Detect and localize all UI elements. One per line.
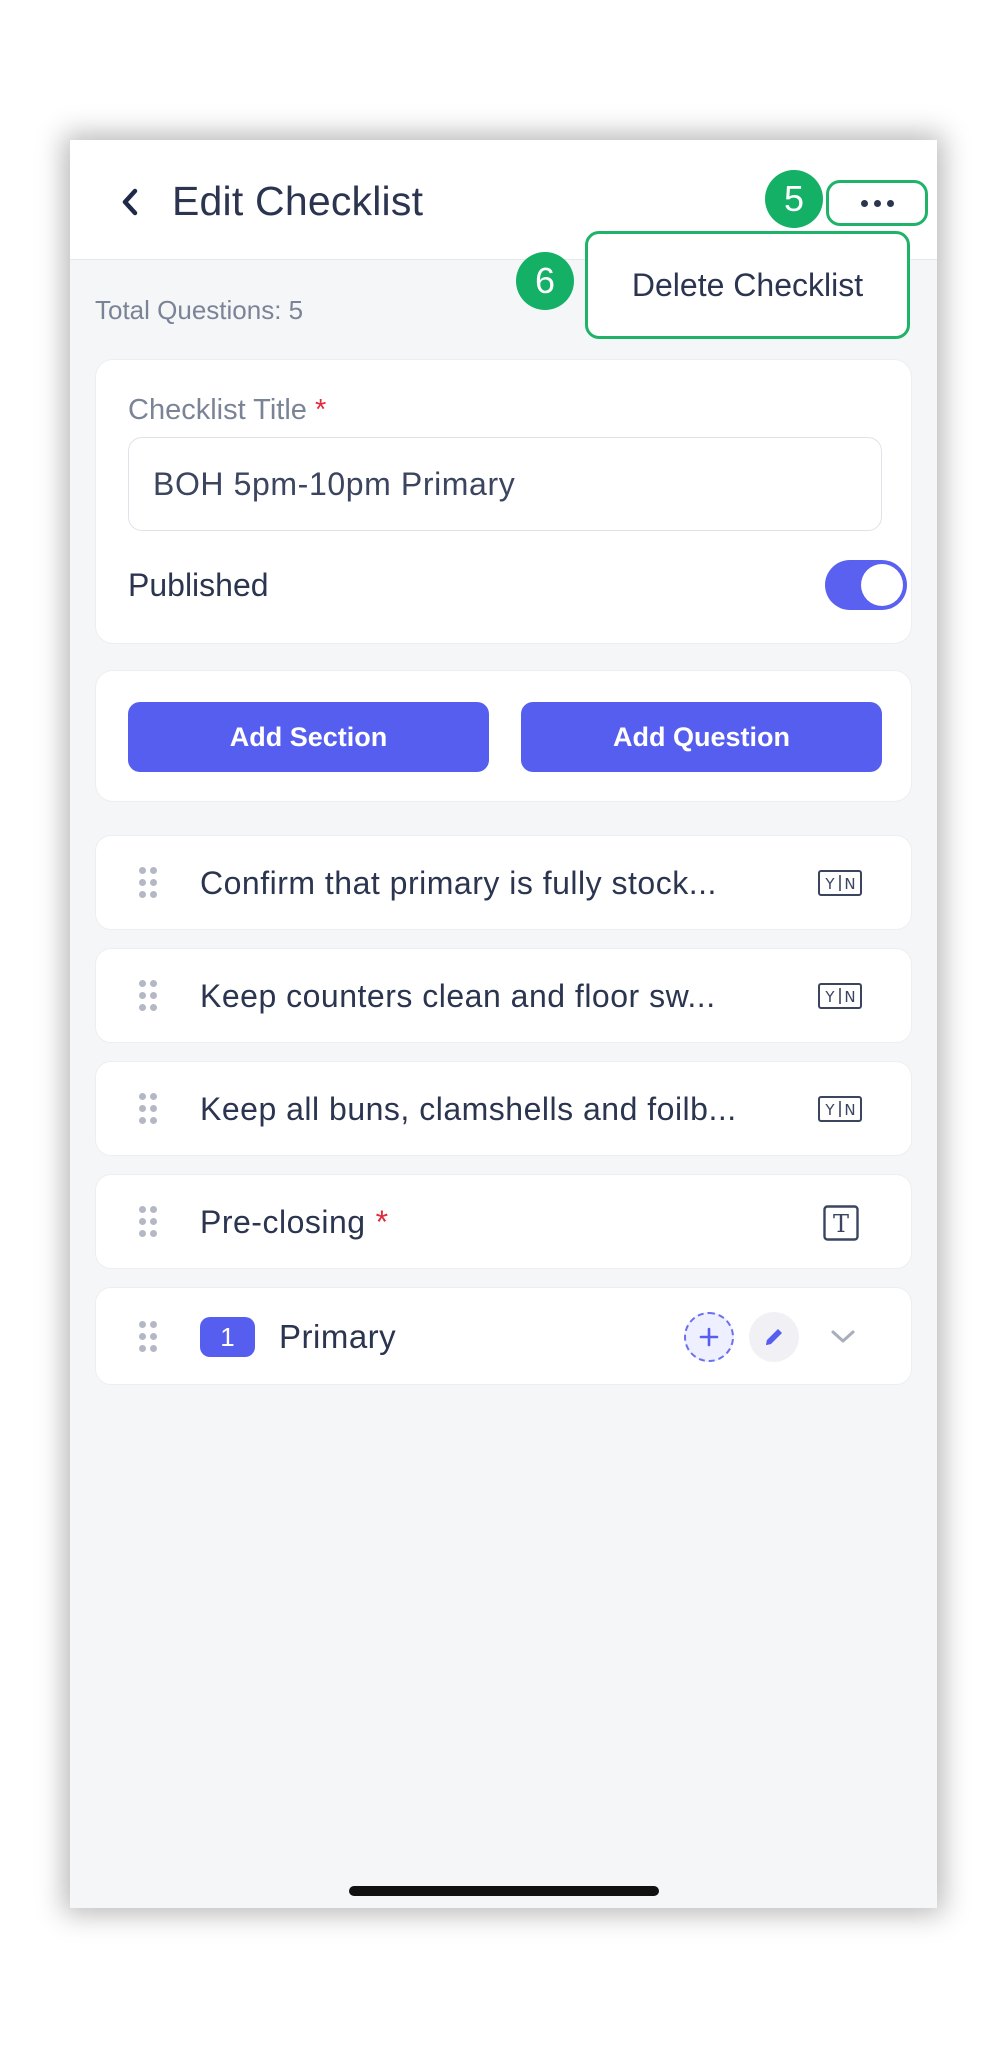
checklist-details-card: Checklist Title * BOH 5pm-10pm Primary P… [95,359,912,644]
question-row[interactable]: Confirm that primary is fully stock... Y… [95,835,912,930]
yes-no-icon: Y N [818,870,862,896]
svg-text:Y: Y [824,1101,835,1119]
checklist-title-input[interactable]: BOH 5pm-10pm Primary [128,437,882,531]
toggle-knob [861,564,903,606]
page-title: Edit Checklist [172,178,424,224]
section-name: Primary [279,1318,397,1355]
question-row[interactable]: Keep all buns, clamshells and foilb... Y… [95,1061,912,1156]
question-text-label: Pre-closing [200,1204,366,1240]
add-to-section-button[interactable] [684,1312,734,1362]
total-questions: Total Questions: 5 [95,295,304,325]
svg-text:N: N [844,988,855,1006]
edit-section-button[interactable] [749,1312,799,1362]
yes-no-icon: Y N [818,983,862,1009]
question-text: Keep counters clean and floor sw... [200,978,716,1014]
text-icon: T [823,1205,859,1241]
question-text: Confirm that primary is fully stock... [200,865,717,901]
drag-handle-icon[interactable] [139,867,159,899]
more-icon [860,199,868,207]
question-text: Keep all buns, clamshells and foilb... [200,1091,737,1127]
drag-handle-icon[interactable] [139,1093,159,1125]
published-label: Published [128,567,269,603]
required-mark: * [314,394,327,426]
home-indicator [349,1886,659,1896]
expand-section-button[interactable] [826,1320,860,1354]
back-button[interactable] [110,182,150,222]
question-row[interactable]: Keep counters clean and floor sw... Y N [95,948,912,1043]
delete-checklist-menu-item[interactable]: Delete Checklist [585,231,910,339]
section-number-badge: 1 [200,1317,255,1357]
drag-handle-icon[interactable] [139,980,159,1012]
question-row[interactable]: Pre-closing * T [95,1174,912,1269]
add-question-button[interactable]: Add Question [521,702,882,772]
step-badge: 5 [765,170,823,228]
drag-handle-icon[interactable] [139,1206,159,1238]
svg-text:T: T [833,1210,849,1238]
chevron-left-icon [122,188,138,216]
published-toggle[interactable] [825,560,907,610]
svg-text:N: N [844,1101,855,1119]
yes-no-icon: Y N [818,1096,862,1122]
actions-card: Add Section Add Question [95,670,912,802]
add-section-button[interactable]: Add Section [128,702,489,772]
pencil-icon [766,1329,782,1345]
svg-text:Y: Y [824,875,835,893]
step-badge: 6 [516,252,574,310]
checklist-title-label-text: Checklist Title [128,394,307,426]
chevron-down-icon [831,1330,855,1343]
section-row[interactable]: 1 Primary [95,1287,912,1385]
plus-icon [699,1327,719,1347]
more-icon-dot [873,199,881,207]
more-options-button[interactable] [826,180,928,226]
checklist-title-label: Checklist Title * [128,394,326,427]
svg-text:N: N [844,875,855,893]
app-screen: Edit Checklist 5 Total Questions: 5 Chec… [70,140,937,1908]
drag-handle-icon[interactable] [139,1321,159,1353]
required-mark: * [375,1204,389,1240]
svg-text:Y: Y [824,988,835,1006]
more-icon-dot [886,199,894,207]
question-text: Pre-closing * [200,1175,389,1270]
